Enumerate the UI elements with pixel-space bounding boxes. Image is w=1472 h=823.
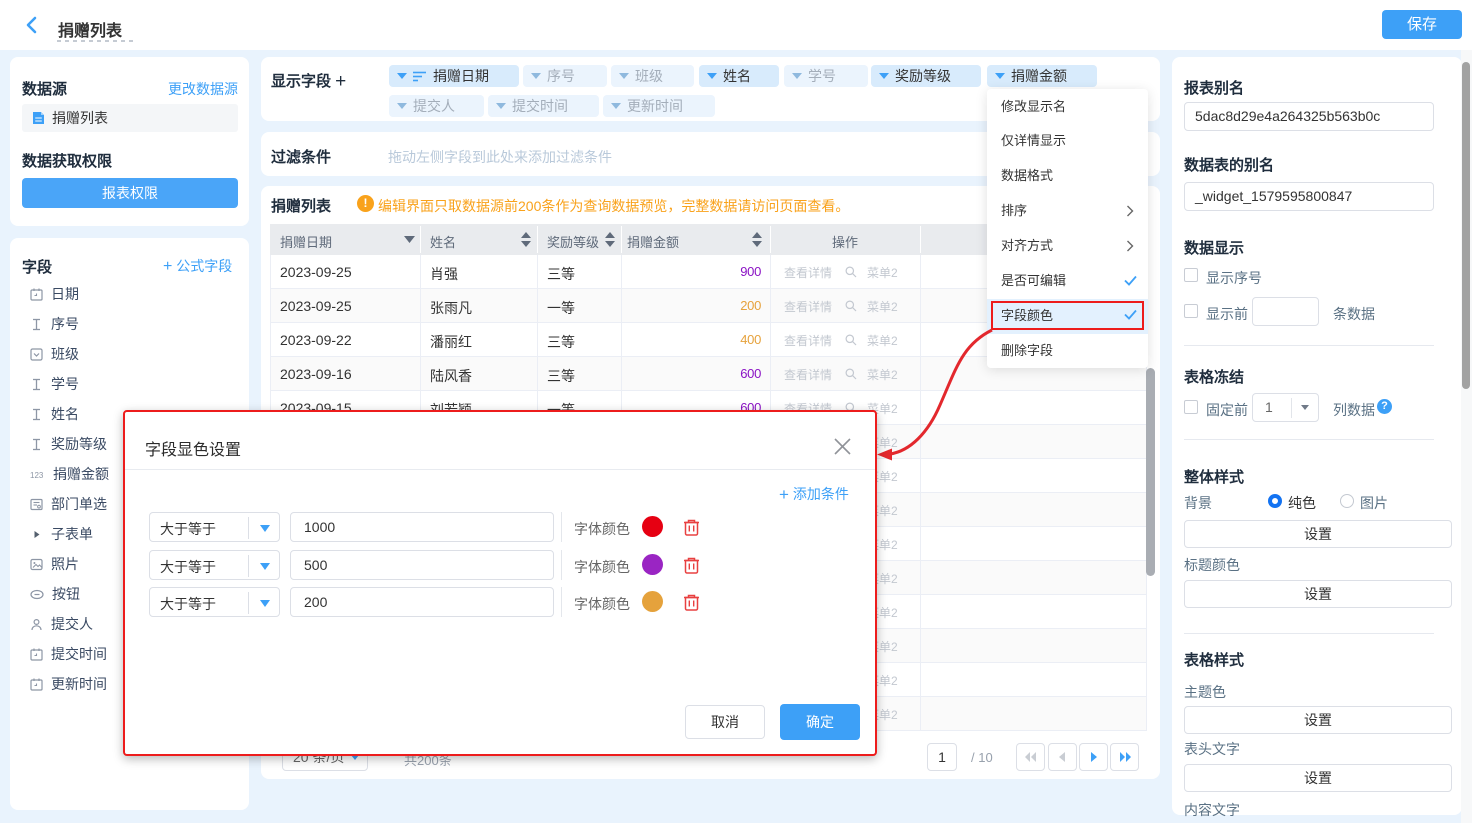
svg-text:123: 123 — [30, 471, 44, 480]
